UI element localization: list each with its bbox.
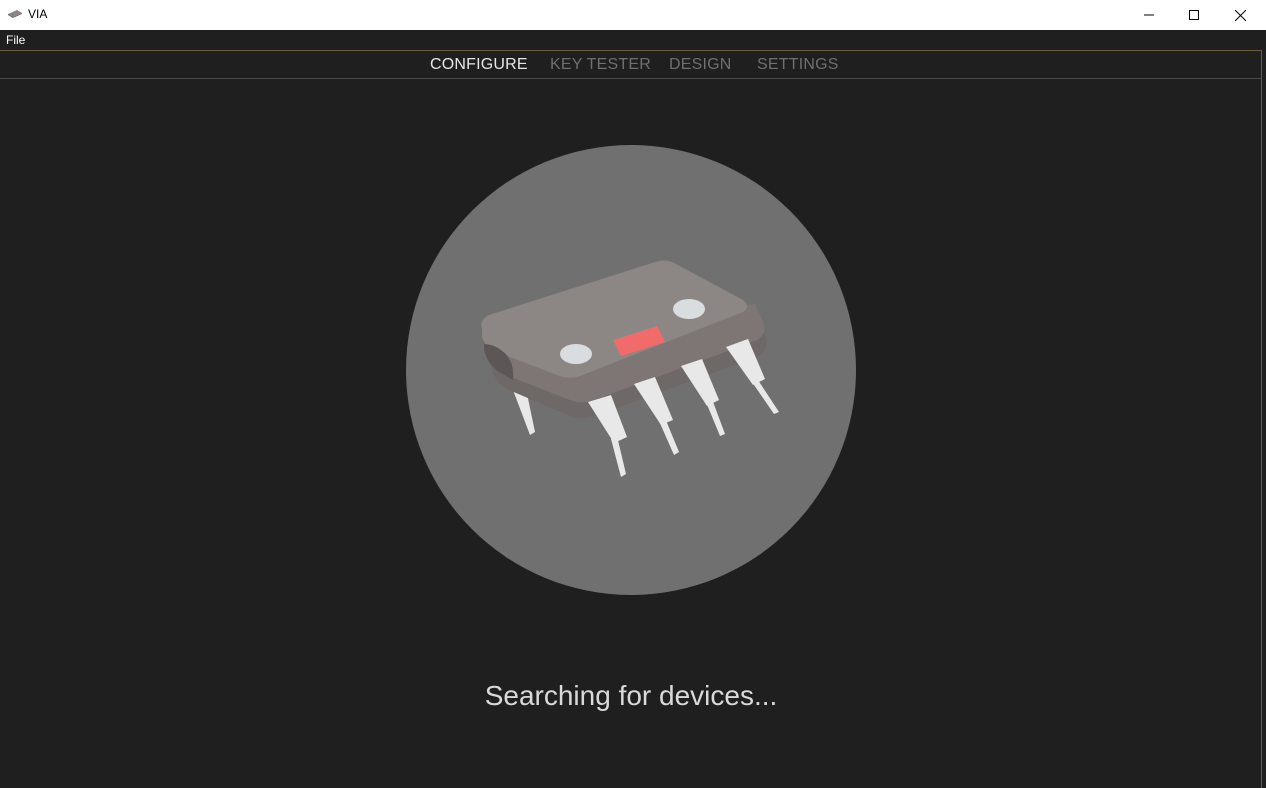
app-icon xyxy=(8,10,22,18)
tab-design[interactable]: DESIGN xyxy=(669,56,732,74)
close-button[interactable] xyxy=(1217,0,1263,30)
minimize-icon xyxy=(1144,14,1154,16)
top-nav: CONFIGURE KEY TESTER DESIGN SETTINGS xyxy=(0,50,1262,79)
minimize-button[interactable] xyxy=(1126,0,1172,30)
window-titlebar: VIA xyxy=(0,0,1266,30)
menu-bar: File xyxy=(0,30,1266,49)
status-message: Searching for devices... xyxy=(484,680,778,711)
tab-configure[interactable]: CONFIGURE xyxy=(430,56,528,74)
maximize-icon xyxy=(1189,10,1199,20)
chip-dot-right xyxy=(673,299,705,319)
maximize-button[interactable] xyxy=(1171,0,1217,30)
chip-dot-left xyxy=(560,344,592,364)
tab-key-tester[interactable]: KEY TESTER xyxy=(550,56,651,74)
window-title: VIA xyxy=(28,7,48,21)
chip-illustration xyxy=(406,145,856,595)
menu-file[interactable]: File xyxy=(6,33,25,47)
tab-settings[interactable]: SETTINGS xyxy=(757,56,839,74)
close-icon xyxy=(1234,9,1246,21)
